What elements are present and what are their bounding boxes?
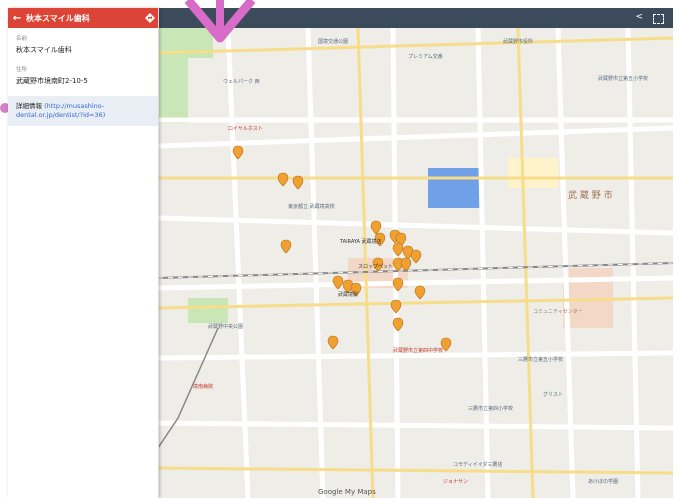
school-area [508,158,558,188]
svg-text:武蔵野市役所: 武蔵野市役所 [503,38,533,45]
svg-text:ジョナサン: ジョナサン [443,479,468,485]
svg-text:ウェルパーク 西: ウェルパーク 西 [223,78,260,85]
place-panel: ← 秋本スマイル歯科 名前 秋本スマイル歯科 住所 武蔵野市境南町2-10-5 … [8,8,159,498]
svg-text:境南病院: 境南病院 [193,383,213,390]
svg-text:ロイヤルホスト: ロイヤルホスト [228,126,263,132]
detail-row: 詳細情報 (http://musashino-dental.or.jp/dent… [8,96,158,126]
svg-text:スロップベット: スロップベット [358,264,393,270]
svg-text:プレミアム交番: プレミアム交番 [408,53,443,60]
svg-text:あけぼの学園: あけぼの学園 [588,478,618,485]
svg-text:武 蔵 野 市: 武 蔵 野 市 [568,189,613,201]
svg-text:武蔵野市立第五小学校: 武蔵野市立第五小学校 [598,75,648,82]
fullscreen-icon[interactable] [653,14,664,24]
share-icon[interactable]: < [635,12,643,22]
address-field: 住所 武蔵野市境南町2-10-5 [8,59,158,86]
svg-text:武蔵境駅: 武蔵境駅 [338,291,358,298]
svg-text:武蔵野中央公園: 武蔵野中央公園 [208,323,243,330]
svg-text:TAIRAYA 武蔵境店: TAIRAYA 武蔵境店 [339,238,382,245]
address-value: 武蔵野市境南町2-10-5 [16,77,88,85]
back-arrow-icon[interactable]: ← [8,13,26,24]
panel-header: ← 秋本スマイル歯科 [8,8,158,28]
svg-text:三鷹市立第四小学校: 三鷹市立第四小学校 [468,405,513,412]
svg-text:国境交通公園: 国境交通公園 [318,38,348,45]
name-value: 秋本スマイル歯科 [16,46,72,54]
svg-text:三鷹市立第五小学校: 三鷹市立第五小学校 [518,356,563,363]
svg-text:東京都立 武蔵境高校: 東京都立 武蔵境高校 [288,203,335,210]
panel-title: 秋本スマイル歯科 [26,13,90,23]
detail-label: 詳細情報 [16,102,42,110]
directions-icon[interactable] [142,8,158,28]
park [158,53,188,123]
address-label: 住所 [16,67,28,73]
svg-text:コミュニティセンター: コミュニティセンター [533,308,583,315]
map-canvas[interactable]: 国境交通公園 プレミアム交番 武蔵野市役所 武蔵野市立第五小学校 ウェルパーク … [158,28,673,498]
name-field: 名前 秋本スマイル歯科 [8,28,158,55]
google-my-maps-label: Google My Maps [318,488,376,496]
park [188,298,228,323]
svg-text:コモディイイダ三鷹店: コモディイイダ三鷹店 [453,461,502,468]
map-graphic: 国境交通公園 プレミアム交番 武蔵野市役所 武蔵野市立第五小学校 ウェルパーク … [158,28,673,498]
reservoir [428,168,483,208]
down-arrow-icon [184,0,256,43]
name-label: 名前 [16,36,28,42]
svg-text:武蔵野市立第四中学校: 武蔵野市立第四中学校 [393,347,443,354]
svg-text:グリスト: グリスト [543,391,563,398]
